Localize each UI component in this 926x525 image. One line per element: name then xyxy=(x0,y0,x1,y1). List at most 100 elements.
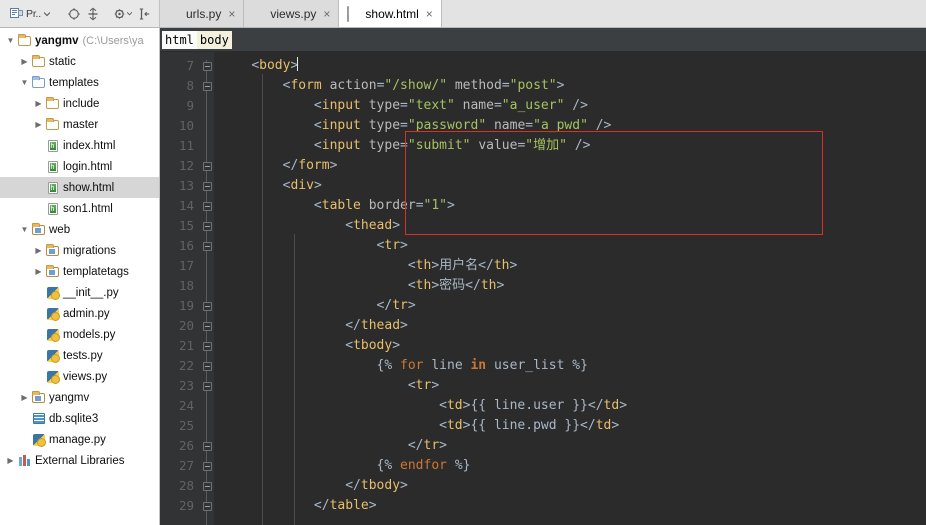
code-line[interactable]: <td>{{ line.user }}</td> xyxy=(214,396,926,416)
code-line[interactable]: <input type="password" name="a_pwd" /> xyxy=(214,116,926,136)
code-line[interactable]: <td>{{ line.pwd }}</td> xyxy=(214,416,926,436)
tree-item-login-html[interactable]: login.html xyxy=(0,156,159,177)
tree-item-views-py[interactable]: views.py xyxy=(0,366,159,387)
tree-item-static[interactable]: ▶ static xyxy=(0,51,159,72)
fold-marker[interactable] xyxy=(200,56,214,76)
tab-urls-py[interactable]: urls.py × xyxy=(160,0,245,27)
fold-marker[interactable] xyxy=(200,276,214,296)
code-line[interactable]: {% for line in user_list %} xyxy=(214,356,926,376)
chevron-right-icon[interactable]: ▶ xyxy=(32,99,45,108)
tree-item-models-py[interactable]: models.py xyxy=(0,324,159,345)
fold-marker[interactable] xyxy=(200,296,214,316)
tree-item-show-html[interactable]: show.html xyxy=(0,177,159,198)
fold-marker[interactable] xyxy=(200,356,214,376)
tree-item-master[interactable]: ▶ master xyxy=(0,114,159,135)
settings-button[interactable] xyxy=(111,4,134,24)
fold-marker[interactable] xyxy=(200,436,214,456)
fold-collapse-icon[interactable] xyxy=(202,361,212,371)
breadcrumb-item-html[interactable]: html xyxy=(162,30,197,49)
breadcrumb-item-body[interactable]: body xyxy=(196,30,232,49)
code-line[interactable]: <form action="/show/" method="post"> xyxy=(214,76,926,96)
tree-item-index-html[interactable]: index.html xyxy=(0,135,159,156)
code-line[interactable]: <tbody> xyxy=(214,336,926,356)
code-line[interactable]: </thead> xyxy=(214,316,926,336)
fold-marker[interactable] xyxy=(200,496,214,516)
code-line[interactable]: <input type="submit" value="增加" /> xyxy=(214,136,926,156)
fold-marker[interactable] xyxy=(200,76,214,96)
tree-item-admin-py[interactable]: admin.py xyxy=(0,303,159,324)
chevron-down-icon[interactable]: ▼ xyxy=(18,225,31,234)
tree-item-yangmv[interactable]: ▶ yangmv xyxy=(0,387,159,408)
fold-collapse-icon[interactable] xyxy=(202,321,212,331)
fold-collapse-icon[interactable] xyxy=(202,241,212,251)
fold-marker[interactable] xyxy=(200,256,214,276)
project-tree[interactable]: ▼ yangmv (C:\Users\ya ▶ static ▼ templates ▶ inc… xyxy=(0,28,160,525)
code-line[interactable]: <div> xyxy=(214,176,926,196)
chevron-right-icon[interactable]: ▶ xyxy=(32,120,45,129)
fold-marker[interactable] xyxy=(200,396,214,416)
fold-marker[interactable] xyxy=(200,336,214,356)
tab-show-html[interactable]: show.html × xyxy=(339,0,442,27)
tab-views-py[interactable]: views.py × xyxy=(244,0,340,27)
code-line[interactable]: <thead> xyxy=(214,216,926,236)
scroll-from-source-button[interactable] xyxy=(135,4,153,24)
tree-item-son1-html[interactable]: son1.html xyxy=(0,198,159,219)
fold-marker[interactable] xyxy=(200,136,214,156)
chevron-right-icon[interactable]: ▶ xyxy=(18,57,31,66)
fold-marker[interactable] xyxy=(200,316,214,336)
code-line[interactable]: </tr> xyxy=(214,296,926,316)
tree-item-include[interactable]: ▶ include xyxy=(0,93,159,114)
fold-collapse-icon[interactable] xyxy=(202,301,212,311)
code-line[interactable]: {% endfor %} xyxy=(214,456,926,476)
code-line[interactable]: </tbody> xyxy=(214,476,926,496)
fold-marker[interactable] xyxy=(200,416,214,436)
fold-collapse-icon[interactable] xyxy=(202,161,212,171)
chevron-right-icon[interactable]: ▶ xyxy=(4,456,17,465)
tab-close-icon[interactable]: × xyxy=(323,8,330,20)
fold-marker[interactable] xyxy=(200,476,214,496)
tree-item-templatetags[interactable]: ▶ templatetags xyxy=(0,261,159,282)
tree-item-db-sqlite3[interactable]: db.sqlite3 xyxy=(0,408,159,429)
fold-marker[interactable] xyxy=(200,376,214,396)
code-folding-gutter[interactable] xyxy=(200,52,214,525)
fold-marker[interactable] xyxy=(200,236,214,256)
fold-marker[interactable] xyxy=(200,116,214,136)
chevron-down-icon[interactable]: ▼ xyxy=(18,78,31,87)
chevron-right-icon[interactable]: ▶ xyxy=(32,246,45,255)
tree-item-init-py[interactable]: __init__.py xyxy=(0,282,159,303)
code-line[interactable]: <tr> xyxy=(214,236,926,256)
fold-marker[interactable] xyxy=(200,456,214,476)
code-line[interactable]: </table> xyxy=(214,496,926,516)
fold-marker[interactable] xyxy=(200,216,214,236)
tab-close-icon[interactable]: × xyxy=(228,8,235,20)
fold-collapse-icon[interactable] xyxy=(202,461,212,471)
chevron-right-icon[interactable]: ▶ xyxy=(18,393,31,402)
tree-item-manage-py[interactable]: manage.py xyxy=(0,429,159,450)
fold-collapse-icon[interactable] xyxy=(202,441,212,451)
code-line[interactable]: </form> xyxy=(214,156,926,176)
tree-item-templates[interactable]: ▼ templates xyxy=(0,72,159,93)
tree-item-external-libraries[interactable]: ▶ External Libraries xyxy=(0,450,159,471)
fold-collapse-icon[interactable] xyxy=(202,381,212,391)
code-line[interactable]: </tr> xyxy=(214,436,926,456)
tree-item-migrations[interactable]: ▶ migrations xyxy=(0,240,159,261)
fold-marker[interactable] xyxy=(200,196,214,216)
fold-collapse-icon[interactable] xyxy=(202,61,212,71)
code-line[interactable]: <table border="1"> xyxy=(214,196,926,216)
tree-item-tests-py[interactable]: tests.py xyxy=(0,345,159,366)
fold-collapse-icon[interactable] xyxy=(202,501,212,511)
tree-item-web[interactable]: ▼ web xyxy=(0,219,159,240)
tab-close-icon[interactable]: × xyxy=(426,8,433,20)
chevron-down-icon[interactable]: ▼ xyxy=(4,36,17,45)
fold-marker[interactable] xyxy=(200,156,214,176)
fold-marker[interactable] xyxy=(200,176,214,196)
code-line[interactable]: <th>密码</th> xyxy=(214,276,926,296)
code-line[interactable]: <input type="text" name="a_user" /> xyxy=(214,96,926,116)
fold-collapse-icon[interactable] xyxy=(202,481,212,491)
tree-item-yangmv[interactable]: ▼ yangmv (C:\Users\ya xyxy=(0,30,159,51)
fold-marker[interactable] xyxy=(200,96,214,116)
fold-collapse-icon[interactable] xyxy=(202,341,212,351)
code-line[interactable]: <body> xyxy=(214,56,926,76)
code-text[interactable]: <body> <form action="/show/" method="pos… xyxy=(214,52,926,525)
fold-collapse-icon[interactable] xyxy=(202,181,212,191)
